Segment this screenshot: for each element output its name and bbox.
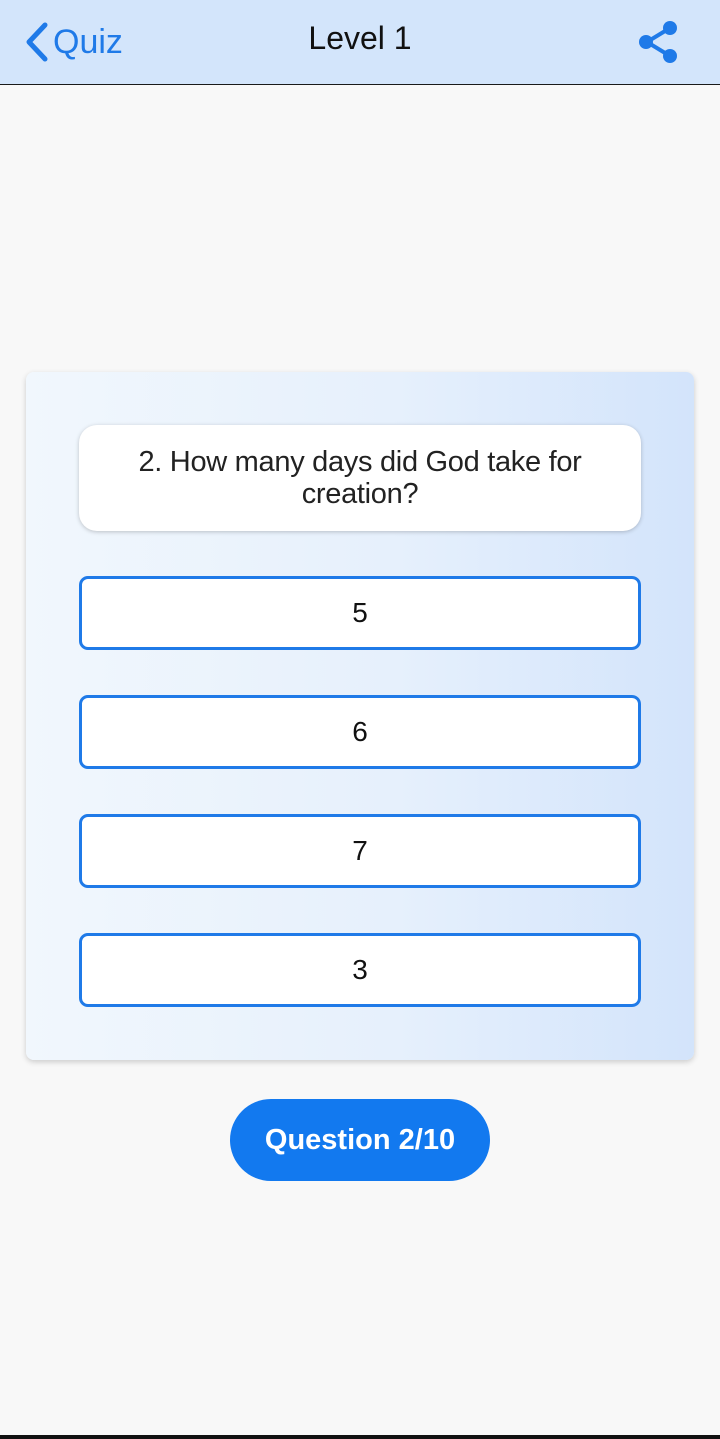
question-progress-badge: Question 2/10 <box>230 1099 490 1181</box>
share-button[interactable] <box>634 18 682 66</box>
question-progress-label: Question 2/10 <box>264 1123 456 1156</box>
answer-option-label: 5 <box>352 597 368 628</box>
page-title: Level 1 <box>308 20 412 56</box>
answer-option-1[interactable]: 5 <box>79 576 641 650</box>
bottom-divider <box>0 1435 720 1439</box>
question-text: 2. How many days did God take for creati… <box>138 446 582 510</box>
answer-option-4[interactable]: 3 <box>79 933 641 1007</box>
answer-option-label: 6 <box>352 716 368 747</box>
quiz-card: 2. How many days did God take for creati… <box>26 372 694 1060</box>
question-box: 2. How many days did God take for creati… <box>79 425 641 531</box>
answer-option-label: 3 <box>352 954 368 985</box>
share-icon <box>639 21 677 63</box>
answer-option-2[interactable]: 6 <box>79 695 641 769</box>
answer-option-label: 7 <box>352 835 368 866</box>
top-navigation-bar: Quiz Level 1 <box>0 0 720 85</box>
answer-option-3[interactable]: 7 <box>79 814 641 888</box>
